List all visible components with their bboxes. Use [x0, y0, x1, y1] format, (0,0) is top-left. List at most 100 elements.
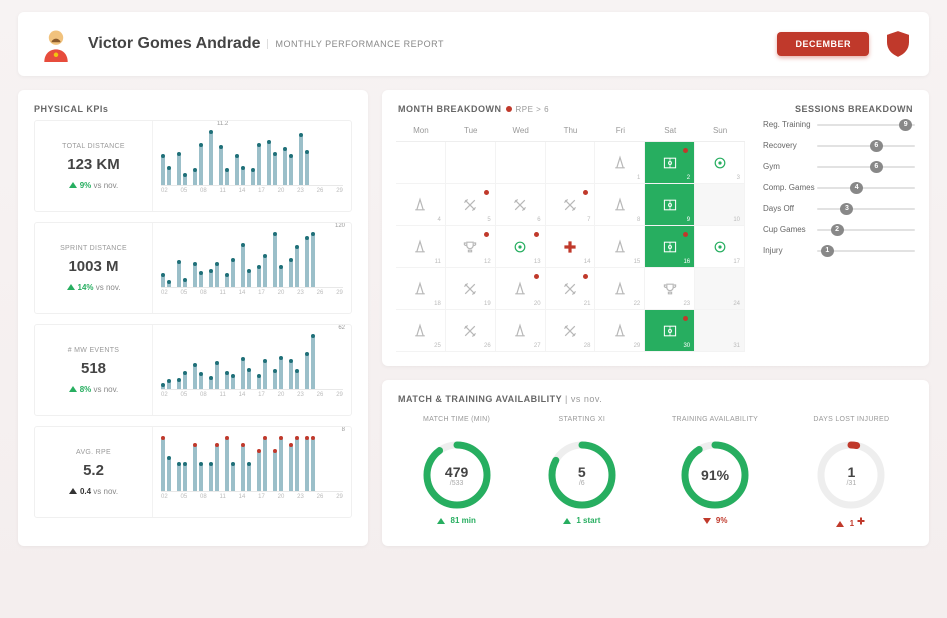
- rpe-legend-dot: [506, 106, 512, 112]
- session-slider[interactable]: 3: [817, 208, 915, 210]
- day-number: 22: [634, 301, 641, 307]
- calendar-cell[interactable]: 2: [645, 142, 695, 184]
- kpi-delta: 9% vs nov.: [69, 181, 119, 190]
- calendar-cell[interactable]: 18: [396, 268, 446, 310]
- calendar-cell[interactable]: 19: [446, 268, 496, 310]
- calendar-cell[interactable]: 17: [695, 226, 745, 268]
- month-breakdown-panel: MONTH BREAKDOWN RPE > 6 SESSIONS BREAKDO…: [382, 90, 929, 366]
- calendar-cell[interactable]: 4: [396, 184, 446, 226]
- calendar-cell[interactable]: 16: [645, 226, 695, 268]
- calendar-cell[interactable]: 7: [546, 184, 596, 226]
- donut-chart: 1 /31: [816, 440, 886, 510]
- kpis-title: PHYSICAL KPIs: [18, 90, 368, 120]
- kpi-value: 123 KM: [67, 156, 120, 173]
- metric-title: STARTING XI: [558, 416, 605, 434]
- session-row: Recovery 6: [763, 141, 915, 150]
- calendar-cell[interactable]: 3: [695, 142, 745, 184]
- rpe-marker: [484, 190, 489, 195]
- kpi-label: # MW EVENTS: [68, 347, 120, 354]
- calendar-cell[interactable]: 9: [645, 184, 695, 226]
- calendar-cell[interactable]: 1: [595, 142, 645, 184]
- donut-chart: 479 /533: [422, 440, 492, 510]
- metric-value: 91%: [701, 467, 729, 483]
- calendar-cell[interactable]: [446, 142, 496, 184]
- metric-value: 479: [445, 464, 468, 480]
- day-number: 5: [487, 217, 490, 223]
- session-slider[interactable]: 6: [817, 166, 915, 168]
- kpi-card: # MW EVENTS 518 8% vs nov. 62 0205081114…: [34, 324, 352, 416]
- metric-title: MATCH TIME (MIN): [423, 416, 490, 434]
- session-slider[interactable]: 9: [817, 124, 915, 126]
- month-selector-button[interactable]: DECEMBER: [777, 32, 869, 56]
- calendar-cell[interactable]: 20: [496, 268, 546, 310]
- kpi-delta: 14% vs nov.: [67, 283, 121, 292]
- calendar-cell[interactable]: 10: [695, 184, 745, 226]
- calendar-cell[interactable]: 25: [396, 310, 446, 352]
- session-slider[interactable]: 2: [817, 229, 915, 231]
- session-label: Cup Games: [763, 225, 817, 234]
- calendar-cell[interactable]: 21: [546, 268, 596, 310]
- calendar-cell[interactable]: 14: [546, 226, 596, 268]
- calendar-cell[interactable]: 6: [496, 184, 546, 226]
- calendar-cell[interactable]: [496, 142, 546, 184]
- weekday-label: Thu: [546, 126, 596, 135]
- calendar-cell[interactable]: 11: [396, 226, 446, 268]
- day-number: 1: [637, 175, 640, 181]
- availability-metric: TRAINING AVAILABILITY 91% 9%: [672, 416, 758, 528]
- calendar-cell[interactable]: 28: [546, 310, 596, 352]
- session-label: Injury: [763, 246, 817, 255]
- day-number: 3: [737, 175, 740, 181]
- day-number: 12: [484, 259, 491, 265]
- club-shield-icon: [887, 31, 909, 57]
- calendar-cell[interactable]: 13: [496, 226, 546, 268]
- day-number: 29: [634, 343, 641, 349]
- day-number: 14: [584, 259, 591, 265]
- calendar-cell[interactable]: 27: [496, 310, 546, 352]
- donut-chart: 5 /6: [547, 440, 617, 510]
- player-name: Victor Gomes Andrade: [88, 35, 261, 53]
- calendar-cell[interactable]: 15: [595, 226, 645, 268]
- day-number: 15: [634, 259, 641, 265]
- report-subtitle: MONTHLY PERFORMANCE REPORT: [267, 39, 445, 49]
- sessions-breakdown: Reg. Training 9 Recovery 6 Gym 6 Comp. G…: [745, 120, 915, 352]
- session-slider[interactable]: 6: [817, 145, 915, 147]
- calendar-cell[interactable]: [546, 142, 596, 184]
- session-slider[interactable]: 4: [817, 187, 915, 189]
- weekday-label: Tue: [446, 126, 496, 135]
- kpi-label: TOTAL DISTANCE: [62, 143, 125, 150]
- calendar-cell[interactable]: 5: [446, 184, 496, 226]
- day-number: 27: [534, 343, 541, 349]
- day-number: 25: [434, 343, 441, 349]
- kpi-label: SPRINT DISTANCE: [60, 245, 127, 252]
- session-row: Gym 6: [763, 162, 915, 171]
- calendar-cell[interactable]: 30: [645, 310, 695, 352]
- session-label: Reg. Training: [763, 120, 817, 129]
- session-row: Days Off 3: [763, 204, 915, 213]
- calendar-cell[interactable]: 24: [695, 268, 745, 310]
- availability-metric: STARTING XI 5 /6 1 start: [547, 416, 617, 528]
- breakdown-title: MONTH BREAKDOWN: [398, 104, 502, 114]
- calendar-cell[interactable]: [396, 142, 446, 184]
- calendar-cell[interactable]: 26: [446, 310, 496, 352]
- metric-delta: 1 start: [563, 516, 600, 525]
- day-number: 9: [687, 217, 690, 223]
- session-row: Comp. Games 4: [763, 183, 915, 192]
- weekday-label: Wed: [496, 126, 546, 135]
- day-number: 31: [733, 343, 740, 349]
- calendar-cell[interactable]: 12: [446, 226, 496, 268]
- metric-delta: 1: [836, 516, 866, 528]
- rpe-marker: [683, 232, 688, 237]
- metric-delta: 9%: [703, 516, 728, 525]
- calendar-cell[interactable]: 29: [595, 310, 645, 352]
- day-number: 10: [733, 217, 740, 223]
- calendar-cell[interactable]: 23: [645, 268, 695, 310]
- weekday-label: Sat: [645, 126, 695, 135]
- report-header: Victor Gomes Andrade MONTHLY PERFORMANCE…: [18, 12, 929, 76]
- calendar-cell[interactable]: 8: [595, 184, 645, 226]
- rpe-legend-label: RPE > 6: [516, 105, 550, 114]
- calendar-cell[interactable]: 22: [595, 268, 645, 310]
- day-number: 20: [534, 301, 541, 307]
- session-slider[interactable]: 1: [817, 250, 915, 252]
- calendar-cell[interactable]: 31: [695, 310, 745, 352]
- rpe-marker: [534, 232, 539, 237]
